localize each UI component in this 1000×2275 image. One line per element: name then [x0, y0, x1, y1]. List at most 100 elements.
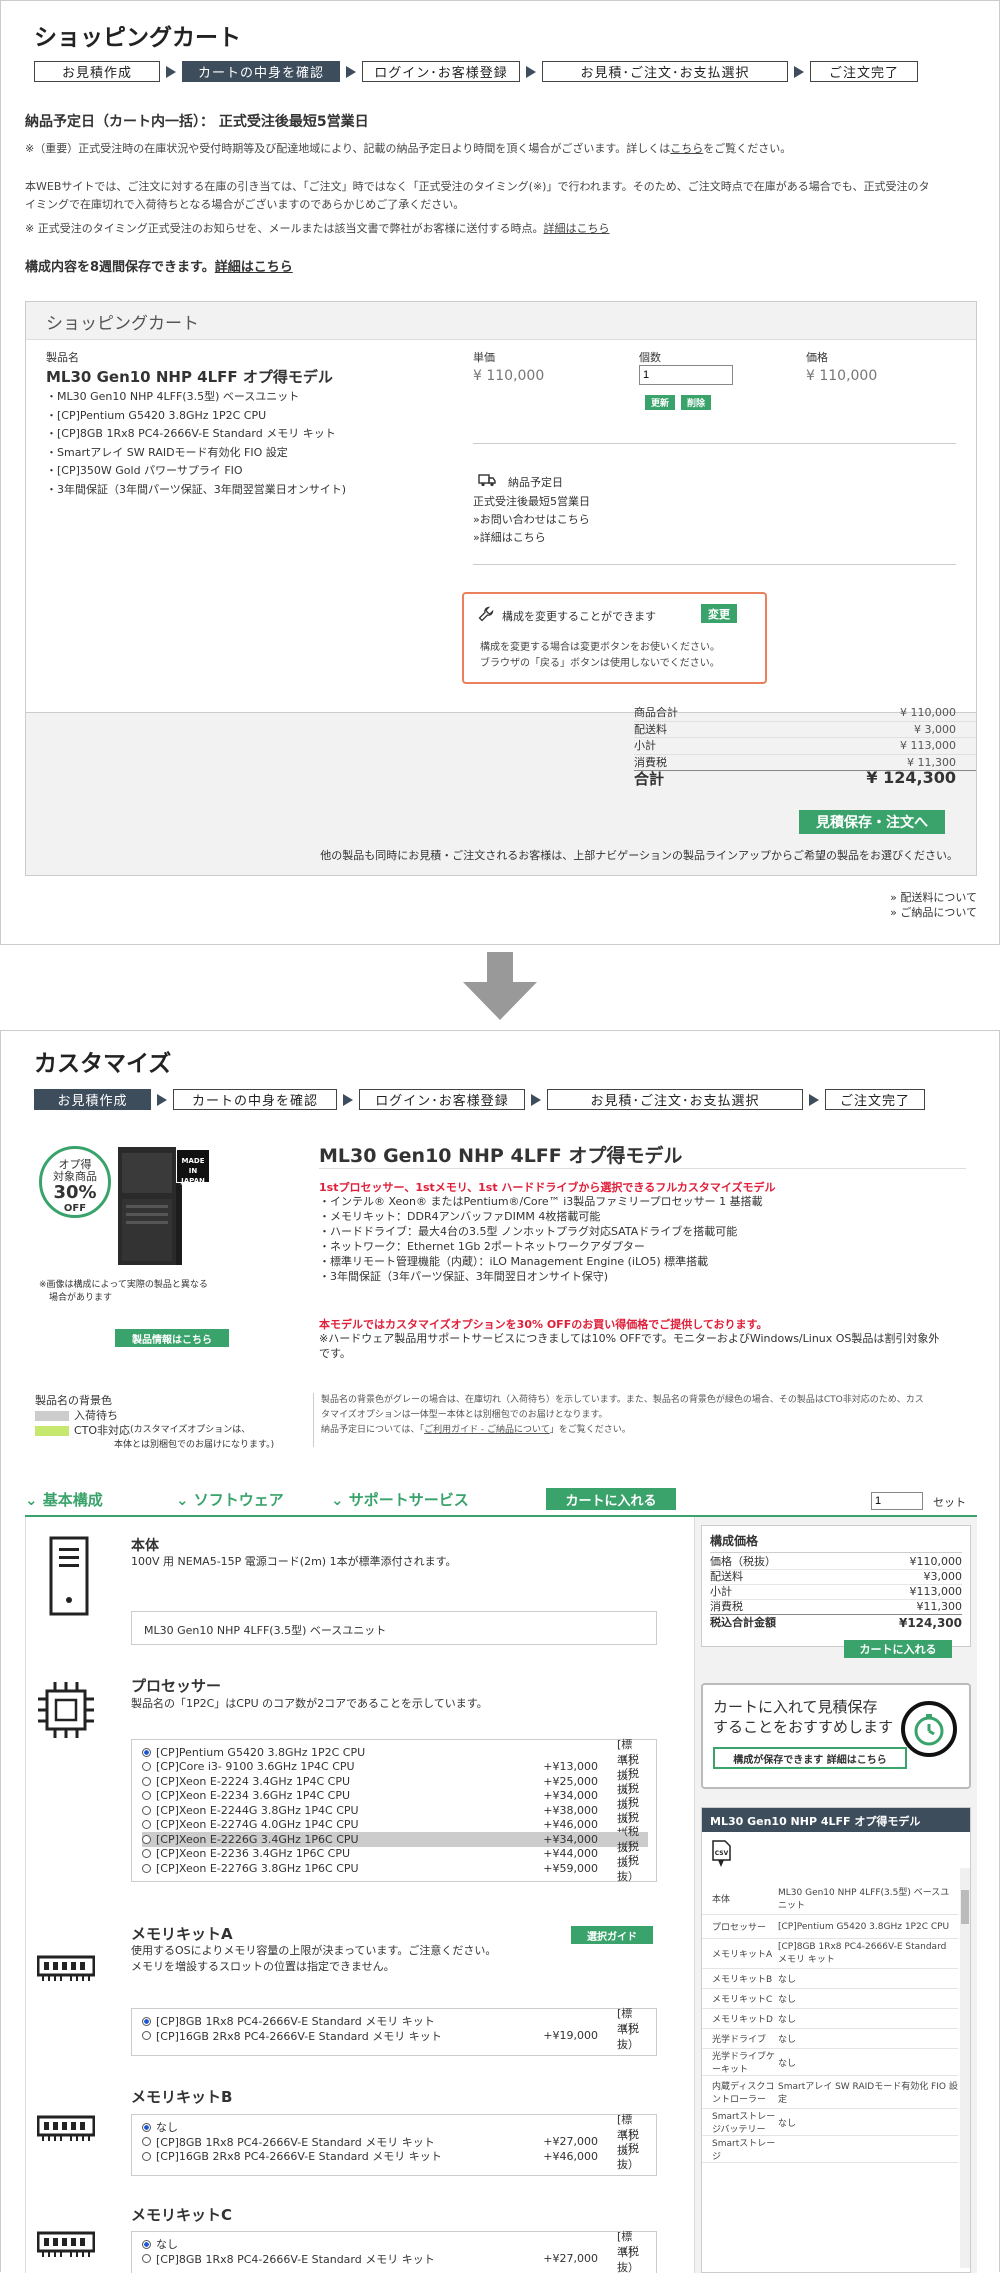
save-note: 構成内容を8週間保存できます。詳細はこちら [25, 260, 293, 275]
divider [313, 1393, 314, 1447]
step-complete[interactable]: ご注文完了 [825, 1089, 925, 1110]
qty-input[interactable] [639, 365, 733, 385]
arrow-icon [525, 1089, 547, 1110]
note-timing: ※ 正式受注のタイミング正式受注のお知らせを、メールまたは該当文書で弊社がお客様… [25, 222, 610, 235]
memory-icon [36, 2113, 96, 2143]
add-to-cart-side-button[interactable]: カートに入れる [844, 1640, 952, 1658]
tab-basic[interactable]: ⌄ 基本構成 [25, 1489, 103, 1510]
col-unit: 単価 [473, 351, 495, 364]
memory-b-options: なし [標準] [CP]8GB 1Rx8 PC4-2666V-E Standard… [131, 2113, 657, 2176]
scrollbar[interactable] [960, 1868, 970, 2268]
cpu-option[interactable]: [CP]Pentium G5420 3.8GHz 1P2C CPU [標準] [142, 1738, 646, 1767]
cpu-option-out-of-stock[interactable]: [CP]Xeon E-2226G 3.4GHz 1P6C CPU +¥34,000… [142, 1825, 648, 1854]
step-login[interactable]: ログイン･お客様登録 [362, 61, 520, 82]
tab-support[interactable]: ⌄ サポートサービス [331, 1489, 469, 1510]
memory-b-option[interactable]: [CP]8GB 1Rx8 PC4-2666V-E Standard メモリ キッ… [142, 2128, 646, 2157]
list-item: ・Smartアレイ SW RAIDモード有効化 FIO 設定 [46, 445, 288, 459]
radio[interactable] [142, 2016, 151, 2026]
recommend-box: カートに入れて見積保存 することをおすすめします 構成が保存できます 詳細はこちら [701, 1683, 971, 1789]
delivery-heading: 納品予定日（カート内一括）： 正式受注後最短5営業日 [25, 114, 369, 130]
radio[interactable] [142, 1834, 151, 1844]
selection-guide-button[interactable]: 選択ガイド [571, 1926, 653, 1944]
cpu-option[interactable]: [CP]Xeon E-2276G 3.8GHz 1P6C CPU +¥59,000… [142, 1854, 646, 1883]
radio[interactable] [142, 2239, 151, 2249]
spec-row: 内蔵ディスクコントローラー Smartアレイ SW RAIDモード有効化 FIO … [702, 2076, 958, 2109]
cpu-option[interactable]: [CP]Xeon E-2244G 3.8GHz 1P4C CPU +¥38,000… [142, 1796, 646, 1825]
radio[interactable] [142, 1747, 151, 1757]
arrow-icon [337, 1089, 359, 1110]
product-info-button[interactable]: 製品情報はこちら [115, 1329, 229, 1347]
cpu-option[interactable]: [CP]Core i3- 9100 3.6GHz 1P4C CPU +¥13,00… [142, 1753, 646, 1782]
note-link[interactable]: こちら [670, 142, 703, 155]
step-order[interactable]: お見積･ご注文･お支払選択 [542, 61, 788, 82]
radio[interactable] [142, 2031, 151, 2041]
cpu-option[interactable]: [CP]Xeon E-2274G 4.0GHz 1P4C CPU +¥46,000… [142, 1811, 646, 1840]
step-estimate[interactable]: お見積作成 [34, 61, 160, 82]
delete-button[interactable]: 削除 [681, 395, 711, 410]
save-link[interactable]: 詳細はこちら [215, 260, 293, 275]
add-to-cart-top-button[interactable]: カートに入れる [546, 1488, 676, 1510]
shipping-link[interactable]: » 配送料について [701, 890, 977, 905]
step-cart[interactable]: カートの中身を確認 [182, 61, 340, 82]
step-complete[interactable]: ご注文完了 [810, 61, 918, 82]
change-title: 構成を変更することができます [502, 610, 656, 623]
cpu-option[interactable]: [CP]Xeon E-2234 3.6GHz 1P4C CPU +¥34,000 （… [142, 1782, 646, 1811]
note-timing-link[interactable]: 詳細はこちら [544, 222, 610, 235]
body-value: ML30 Gen10 NHP 4LFF(3.5型) ベースユニット [131, 1611, 657, 1645]
memory-c-title: メモリキットC [131, 2206, 233, 2224]
divider [473, 443, 956, 444]
change-button[interactable]: 変更 [701, 604, 737, 623]
memory-a-option[interactable]: [CP]16GB 2Rx8 PC4-2666V-E Standard メモリ キ… [142, 2022, 646, 2051]
radio[interactable] [142, 2122, 151, 2132]
guide-link[interactable]: ご利用ガイド - ご納品について [424, 1425, 550, 1435]
step-cart[interactable]: カートの中身を確認 [173, 1089, 337, 1110]
radio[interactable] [142, 1805, 151, 1815]
radio[interactable] [142, 1762, 151, 1772]
radio[interactable] [142, 1776, 151, 1786]
detail-link[interactable]: »詳細はこちら [473, 529, 590, 547]
step-estimate[interactable]: お見積作成 [34, 1089, 151, 1110]
qty-unit: セット [933, 1496, 966, 1509]
csv-icon[interactable]: CSV [710, 1840, 732, 1868]
set-qty-input[interactable] [871, 1492, 923, 1510]
tab-software[interactable]: ⌄ ソフトウェア [176, 1489, 284, 1510]
memory-c-options: なし [標準] [CP]8GB 1Rx8 PC4-2666V-E Standard… [131, 2230, 657, 2274]
timer-icon [899, 1699, 959, 1759]
radio[interactable] [142, 2254, 151, 2264]
memory-a-option[interactable]: [CP]8GB 1Rx8 PC4-2666V-E Standard メモリ キッ… [142, 2007, 646, 2036]
radio[interactable] [142, 1820, 151, 1830]
spec-table: 本体 ML30 Gen10 NHP 4LFF(3.5型) ベースユニット プロセッ… [702, 1882, 958, 2163]
total-row: 小計 ¥ 113,000 [634, 738, 976, 755]
save-order-button[interactable]: 見積保存・注文へ [799, 810, 945, 834]
radio[interactable] [142, 1849, 151, 1859]
radio[interactable] [142, 2137, 151, 2147]
customize-panel: カスタマイズ お見積作成 カートの中身を確認 ログイン･お客様登録 お見積･ご注… [0, 1030, 1000, 2274]
red-headline: 1stプロセッサー、1stメモリ、1st ハードドライブから選択できるフルカスタ… [319, 1181, 776, 1194]
memory-c-option[interactable]: なし [標準] [142, 2230, 646, 2259]
radio[interactable] [142, 1791, 151, 1801]
memory-b-option[interactable]: なし [標準] [142, 2113, 646, 2142]
radio[interactable] [142, 1863, 151, 1873]
memory-b-option[interactable]: [CP]16GB 2Rx8 PC4-2666V-E Standard メモリ キ… [142, 2142, 646, 2171]
save-config-link[interactable]: 構成が保存できます 詳細はこちら [713, 1747, 907, 1769]
delivery-link[interactable]: » ご納品について [701, 905, 977, 920]
cpu-option[interactable]: [CP]Xeon E-2224 3.4GHz 1P4C CPU +¥25,000 （… [142, 1767, 646, 1796]
scrollbar-thumb[interactable] [961, 1890, 969, 1924]
inquiry-link[interactable]: »お問い合わせはこちら [473, 511, 590, 529]
step-login[interactable]: ログイン･お客様登録 [359, 1089, 525, 1110]
truck-icon [478, 473, 496, 487]
cpu-options: [CP]Pentium G5420 3.8GHz 1P2C CPU [標準] [C… [131, 1738, 657, 1883]
list-item: ・3年間保証（3年パーツ保証、3年間翌日オンサイト保守) [319, 1270, 609, 1283]
cpu-option[interactable]: [CP]Xeon E-2236 3.4GHz 1P6C CPU +¥44,000 （… [142, 1840, 646, 1869]
radio[interactable] [142, 2151, 151, 2161]
discount-badge: オプ得 対象商品 30% OFF [39, 1146, 111, 1218]
cpu-desc: 製品名の「1P2C」はCPU のコア数が2コアであることを示しています。 [131, 1697, 488, 1710]
memory-c-option[interactable]: [CP]8GB 1Rx8 PC4-2666V-E Standard メモリ キッ… [142, 2245, 646, 2274]
update-button[interactable]: 更新 [645, 395, 675, 410]
cpu-title: プロセッサー [131, 1677, 222, 1695]
cart-box-title: ショッピングカート [26, 302, 976, 340]
step-order[interactable]: お見積･ご注文･お支払選択 [547, 1089, 803, 1110]
step-nav: お見積作成 カートの中身を確認 ログイン･お客様登録 お見積･ご注文･お支払選択… [34, 61, 918, 82]
price: ¥ 110,000 [806, 368, 878, 384]
component-list: ・ML30 Gen10 NHP 4LFF(3.5型) ベースユニット ・[CP]… [46, 388, 346, 499]
